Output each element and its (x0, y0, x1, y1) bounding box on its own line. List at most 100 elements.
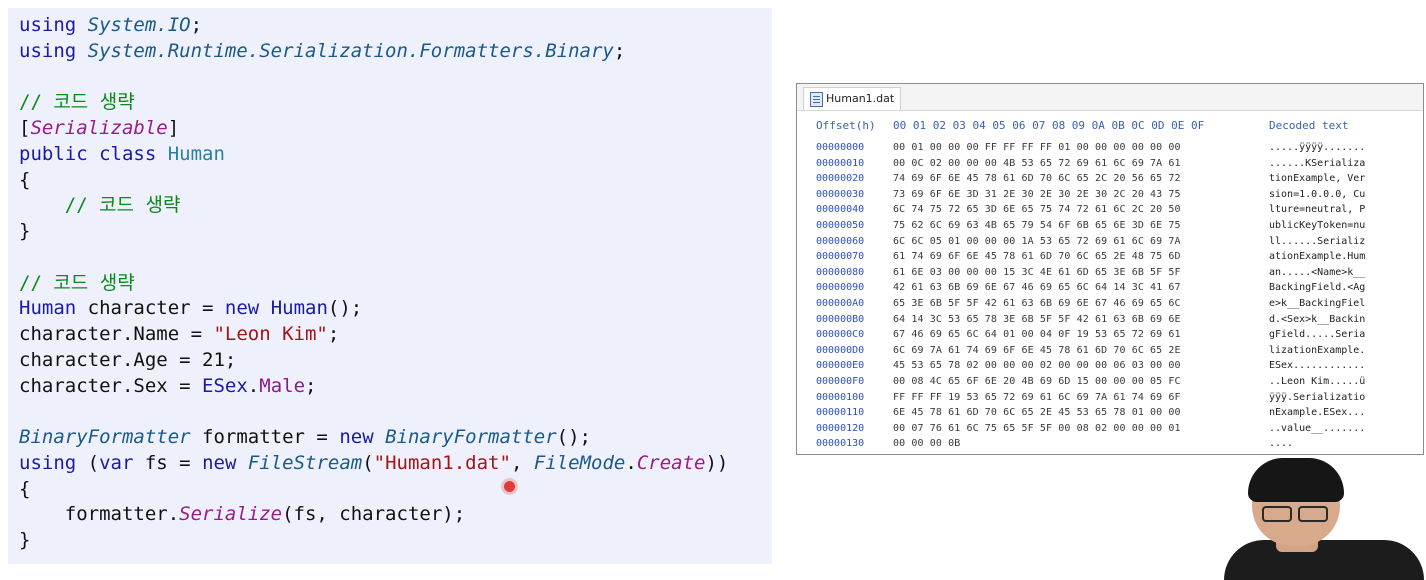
code-token: Serializable (30, 117, 168, 139)
hex-row: 00000020 74 69 6F 6E 45 78 61 6D 70 6C 65… (797, 171, 1423, 186)
hex-offset: 00000060 (816, 235, 865, 247)
code-token: ] (167, 117, 180, 139)
code-token: FileMode (533, 451, 626, 474)
code-token: // 코드 생략 (19, 91, 135, 114)
hex-bytes: 6C 6C 05 01 00 00 00 1A 53 65 72 69 61 6… (893, 235, 1181, 247)
code-token: } (19, 529, 31, 551)
code-token: FileStream (247, 451, 363, 474)
hex-row: 00000030 73 69 6F 6E 3D 31 2E 30 2E 30 2E… (797, 187, 1423, 202)
hex-row: 00000070 61 74 69 6F 6E 45 78 61 6D 70 6C… (797, 249, 1423, 264)
code-line: } (19, 218, 30, 244)
hex-offset: 00000100 (816, 391, 865, 403)
code-token: BinaryFormatter (385, 426, 557, 448)
hex-bytes: 61 6E 03 00 00 00 15 3C 4E 61 6D 65 3E 6… (893, 266, 1181, 278)
hex-decoded-text: e>k__BackingFiel (1269, 298, 1366, 309)
hex-bytes: 45 53 65 78 02 00 00 00 02 00 00 00 06 0… (893, 360, 1181, 372)
decoded-text-column-header: Decoded text (1269, 119, 1349, 132)
hex-bytes: 42 61 63 6B 69 6E 67 46 69 65 6C 64 14 3… (893, 282, 1181, 294)
hex-row: 00000050 75 62 6C 69 63 4B 65 79 54 6F 6B… (797, 218, 1423, 233)
hex-bytes: FF FF FF 19 53 65 72 69 61 6C 69 7A 61 7… (893, 391, 1181, 403)
hex-decoded-text: ÿÿÿ.Serializatio (1269, 391, 1366, 403)
hex-offset: 000000D0 (816, 344, 865, 356)
hex-row: 00000120 00 07 76 61 6C 75 65 5F 5F 00 08… (797, 421, 1423, 436)
hex-row: 00000130 00 00 00 0B.... (797, 436, 1423, 451)
hex-row: 00000040 6C 74 75 72 65 3D 6E 65 75 74 72… (797, 202, 1423, 217)
code-token: Male (259, 374, 306, 397)
hex-offset: 000000F0 (816, 376, 865, 387)
hex-bytes: 64 14 3C 53 65 78 3E 6B 5F 5F 42 61 63 6… (893, 313, 1181, 325)
code-token: new (202, 451, 248, 474)
code-token: { (19, 168, 31, 191)
hex-tab-bar: Human1.dat (797, 84, 1423, 111)
presenter-webcam-image (1218, 458, 1426, 580)
hex-row: 00000010 00 0C 02 00 00 00 4B 53 65 72 69… (797, 156, 1423, 171)
tab-human1-dat[interactable]: Human1.dat (803, 87, 901, 110)
code-line: // 코드 생략 (19, 192, 181, 218)
hex-row: 000000D0 6C 69 7A 61 74 69 6F 6E 45 78 61… (797, 343, 1423, 358)
code-token: public class (19, 142, 168, 165)
code-token: Human (270, 297, 328, 320)
hex-row: 00000110 6E 45 78 61 6D 70 6C 65 2E 45 53… (797, 405, 1423, 420)
hex-bytes: 00 08 4C 65 6F 6E 20 4B 69 6D 15 00 00 0… (893, 376, 1181, 387)
code-token: { (19, 477, 31, 500)
hex-row: 00000100 FF FF FF 19 53 65 72 69 61 6C 69… (797, 390, 1423, 405)
code-token: ; (190, 14, 203, 36)
code-token: } (19, 220, 31, 242)
hex-decoded-text: ationExample.Hum (1269, 251, 1366, 263)
code-line: public class Human (19, 141, 225, 167)
code-token: new (339, 426, 386, 448)
code-token: character.Name = (19, 323, 214, 345)
hex-row: 00000000 00 01 00 00 00 FF FF FF FF 01 00… (797, 140, 1423, 155)
hex-offset: 000000C0 (816, 329, 865, 341)
hex-decoded-text: tionExample, Ver (1269, 173, 1366, 185)
hex-bytes: 67 46 69 65 6C 64 01 00 04 0F 19 53 65 7… (893, 329, 1181, 341)
file-icon (810, 92, 823, 107)
hex-row: 000000A0 65 3E 6B 5F 5F 42 61 63 6B 69 6E… (797, 296, 1423, 311)
hex-offset: 00000120 (816, 422, 865, 434)
hex-offset: 00000130 (816, 438, 865, 450)
hex-decoded-text: ll......Serializ (1269, 235, 1366, 247)
hex-offset: 00000070 (816, 251, 865, 263)
presenter-shirt (1224, 540, 1424, 580)
code-token: formatter. (19, 503, 180, 526)
hex-row: 000000E0 45 53 65 78 02 00 00 00 02 00 00… (797, 358, 1423, 373)
hex-bytes: 6E 45 78 61 6D 70 6C 65 2E 45 53 65 78 0… (893, 407, 1181, 419)
hex-bytes: 74 69 6F 6E 45 78 61 6D 70 6C 65 2C 20 5… (893, 173, 1181, 185)
code-token: ( (362, 451, 374, 474)
code-line: BinaryFormatter formatter = new BinaryFo… (19, 424, 591, 450)
code-token: // 코드 생략 (19, 194, 181, 217)
code-token: System.IO (87, 14, 191, 36)
code-token: (); (327, 297, 363, 320)
hex-bytes: 00 00 00 0B (893, 438, 961, 450)
hex-decoded-text: ..value__....... (1269, 422, 1366, 434)
code-token: (); (556, 426, 591, 448)
hex-decoded-text: ESex............ (1269, 360, 1366, 372)
hex-offset: 00000040 (816, 204, 865, 216)
code-token: "Leon Kim" (213, 323, 328, 345)
hex-decoded-text: an.....<Name>k__ (1269, 266, 1366, 278)
bytes-column-header: 00 01 02 03 04 05 06 07 08 09 0A 0B 0C 0… (893, 119, 1205, 132)
code-token: Human (19, 297, 77, 320)
hex-offset: 00000080 (816, 266, 865, 278)
code-token: "Human1.dat" (373, 451, 511, 474)
code-token: new (224, 297, 271, 320)
code-token: )) (705, 451, 729, 474)
code-token: ; (305, 374, 317, 397)
hex-bytes: 73 69 6F 6E 3D 31 2E 30 2E 30 2E 30 2C 2… (893, 188, 1181, 200)
hex-offset: 00000090 (816, 282, 865, 294)
code-token: BinaryFormatter (19, 426, 191, 448)
hex-decoded-text: ......KSerializa (1269, 157, 1366, 169)
hex-offset: 000000A0 (816, 298, 865, 309)
offset-column-header: Offset(h) (816, 119, 876, 132)
code-token: using (19, 14, 88, 36)
code-token: ; (327, 323, 340, 345)
hex-row: 000000C0 67 46 69 65 6C 64 01 00 04 0F 19… (797, 327, 1423, 342)
code-line: using System.Runtime.Serialization.Forma… (19, 38, 625, 64)
hex-offset: 00000110 (816, 407, 865, 419)
hex-offset: 00000000 (816, 142, 865, 153)
hex-offset: 00000020 (816, 173, 865, 185)
hex-decoded-text: BackingField.<Ag (1269, 282, 1366, 294)
code-token: [ (19, 117, 31, 139)
hex-decoded-text: .....ÿÿÿÿ....... (1269, 142, 1366, 153)
hex-bytes: 00 07 76 61 6C 75 65 5F 5F 00 08 02 00 0… (893, 422, 1181, 434)
